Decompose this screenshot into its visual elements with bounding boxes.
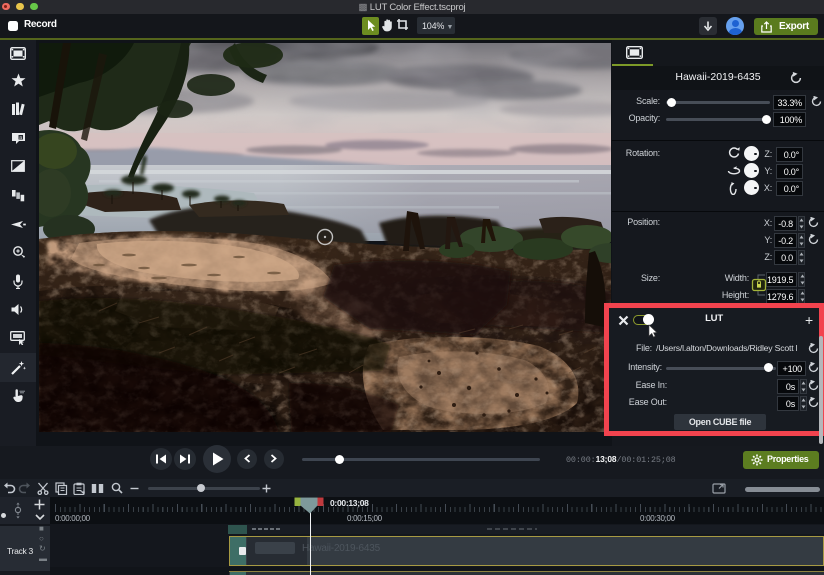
svg-text:a: a [19, 135, 22, 141]
